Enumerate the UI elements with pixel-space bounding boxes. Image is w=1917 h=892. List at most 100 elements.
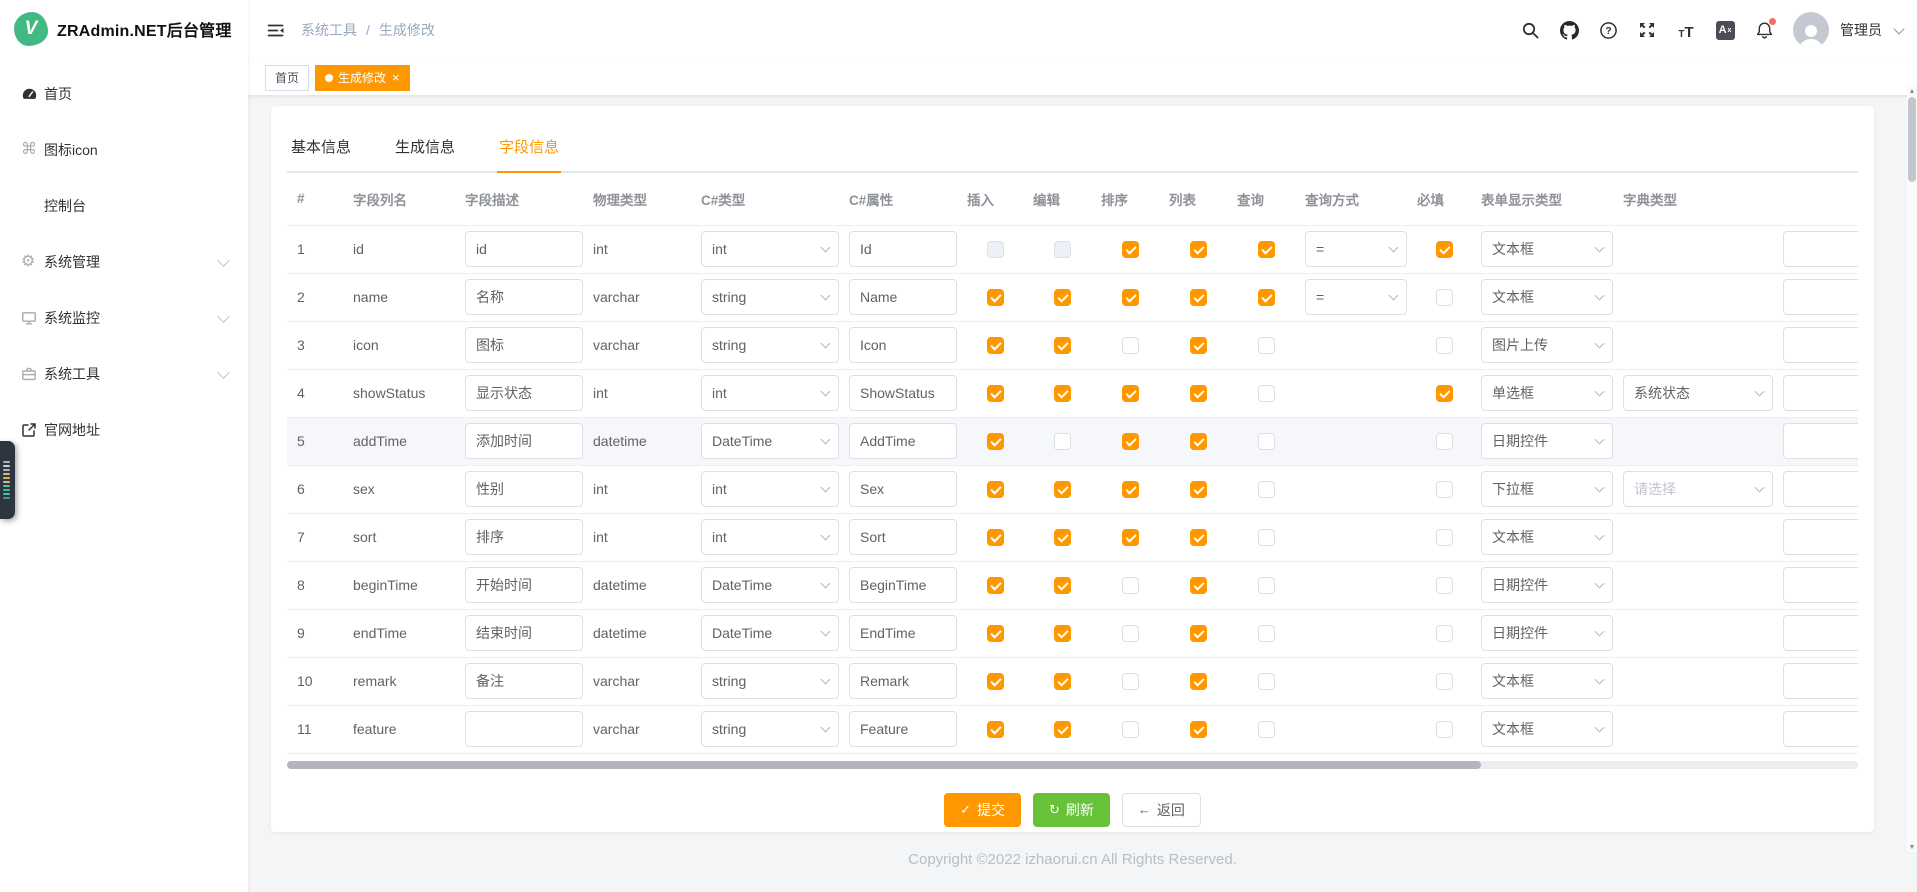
- insert-checkbox[interactable]: [987, 577, 1004, 594]
- scroll-down-icon[interactable]: ▼: [1907, 842, 1917, 852]
- query-checkbox[interactable]: [1258, 385, 1275, 402]
- query_type-select[interactable]: =: [1305, 231, 1407, 267]
- edit-checkbox[interactable]: [1054, 337, 1071, 354]
- dict_type-select[interactable]: 请选择: [1623, 471, 1773, 507]
- list-checkbox[interactable]: [1190, 529, 1207, 546]
- csharp_type-select[interactable]: string: [701, 327, 839, 363]
- sidebar-item-系统管理[interactable]: ⚙系统管理: [0, 234, 248, 290]
- sidebar-item-首页[interactable]: 首页: [0, 66, 248, 122]
- insert-checkbox[interactable]: [987, 625, 1004, 642]
- user-name[interactable]: 管理员: [1840, 20, 1882, 40]
- required-checkbox[interactable]: [1436, 337, 1453, 354]
- csharp_property-input[interactable]: [849, 663, 957, 699]
- form_type-select[interactable]: 日期控件: [1481, 615, 1613, 651]
- avatar[interactable]: [1793, 12, 1829, 48]
- form_type-select[interactable]: 下拉框: [1481, 471, 1613, 507]
- form_type-select[interactable]: 文本框: [1481, 231, 1613, 267]
- csharp_type-select[interactable]: int: [701, 375, 839, 411]
- sort-checkbox[interactable]: [1122, 433, 1139, 450]
- tab-gen-info[interactable]: 生成信息: [393, 130, 457, 171]
- form_type-select[interactable]: 文本框: [1481, 279, 1613, 315]
- required-checkbox[interactable]: [1436, 673, 1453, 690]
- list-checkbox[interactable]: [1190, 625, 1207, 642]
- sort-checkbox[interactable]: [1122, 529, 1139, 546]
- sidebar-item-系统监控[interactable]: 系统监控: [0, 290, 248, 346]
- extra-input[interactable]: [1783, 519, 1858, 555]
- list-checkbox[interactable]: [1190, 433, 1207, 450]
- description-input[interactable]: [465, 327, 583, 363]
- list-checkbox[interactable]: [1190, 289, 1207, 306]
- required-checkbox[interactable]: [1436, 721, 1453, 738]
- extra-input[interactable]: [1783, 663, 1858, 699]
- csharp_property-input[interactable]: [849, 615, 957, 651]
- sort-checkbox[interactable]: [1122, 481, 1139, 498]
- insert-checkbox[interactable]: [987, 673, 1004, 690]
- query_type-select[interactable]: =: [1305, 279, 1407, 315]
- insert-checkbox[interactable]: [987, 289, 1004, 306]
- description-input[interactable]: [465, 567, 583, 603]
- required-checkbox[interactable]: [1436, 625, 1453, 642]
- edit-checkbox[interactable]: [1054, 673, 1071, 690]
- sort-checkbox[interactable]: [1122, 673, 1139, 690]
- sort-checkbox[interactable]: [1122, 337, 1139, 354]
- extra-input[interactable]: [1783, 279, 1858, 315]
- csharp_type-select[interactable]: DateTime: [701, 567, 839, 603]
- form_type-select[interactable]: 单选框: [1481, 375, 1613, 411]
- csharp_property-input[interactable]: [849, 471, 957, 507]
- required-checkbox[interactable]: [1436, 577, 1453, 594]
- description-input[interactable]: [465, 231, 583, 267]
- insert-checkbox[interactable]: [987, 337, 1004, 354]
- description-input[interactable]: [465, 471, 583, 507]
- extra-input[interactable]: [1783, 615, 1858, 651]
- insert-checkbox[interactable]: [987, 241, 1004, 258]
- sidebar-item-官网地址[interactable]: 官网地址: [0, 402, 248, 458]
- required-checkbox[interactable]: [1436, 433, 1453, 450]
- csharp_property-input[interactable]: [849, 327, 957, 363]
- description-input[interactable]: [465, 423, 583, 459]
- extra-input[interactable]: [1783, 327, 1858, 363]
- required-checkbox[interactable]: [1436, 289, 1453, 306]
- github-icon[interactable]: [1559, 20, 1579, 40]
- edit-checkbox[interactable]: [1054, 481, 1071, 498]
- description-input[interactable]: [465, 519, 583, 555]
- vertical-scrollbar[interactable]: ▲ ▼: [1907, 86, 1917, 852]
- csharp_type-select[interactable]: string: [701, 711, 839, 747]
- back-button[interactable]: ← 返回: [1122, 793, 1201, 827]
- query-checkbox[interactable]: [1258, 577, 1275, 594]
- sidebar-item-系统工具[interactable]: 系统工具: [0, 346, 248, 402]
- required-checkbox[interactable]: [1436, 241, 1453, 258]
- dict_type-select[interactable]: 系统状态: [1623, 375, 1773, 411]
- app-logo[interactable]: V ZRAdmin.NET后台管理: [0, 0, 248, 58]
- edit-checkbox[interactable]: [1054, 721, 1071, 738]
- form_type-select[interactable]: 日期控件: [1481, 567, 1613, 603]
- form_type-select[interactable]: 图片上传: [1481, 327, 1613, 363]
- query-checkbox[interactable]: [1258, 481, 1275, 498]
- description-input[interactable]: [465, 279, 583, 315]
- required-checkbox[interactable]: [1436, 481, 1453, 498]
- vertical-scrollbar-thumb[interactable]: [1908, 97, 1916, 182]
- csharp_property-input[interactable]: [849, 423, 957, 459]
- query-checkbox[interactable]: [1258, 673, 1275, 690]
- edit-checkbox[interactable]: [1054, 433, 1071, 450]
- extra-input[interactable]: [1783, 423, 1858, 459]
- form_type-select[interactable]: 文本框: [1481, 519, 1613, 555]
- extra-input[interactable]: [1783, 231, 1858, 267]
- csharp_type-select[interactable]: DateTime: [701, 423, 839, 459]
- edit-checkbox[interactable]: [1054, 577, 1071, 594]
- insert-checkbox[interactable]: [987, 481, 1004, 498]
- refresh-button[interactable]: ↻ 刷新: [1033, 793, 1110, 827]
- required-checkbox[interactable]: [1436, 385, 1453, 402]
- csharp_type-select[interactable]: string: [701, 663, 839, 699]
- tag-home[interactable]: 首页: [265, 65, 309, 91]
- sort-checkbox[interactable]: [1122, 241, 1139, 258]
- horizontal-scrollbar-thumb[interactable]: [287, 761, 1481, 769]
- extra-input[interactable]: [1783, 567, 1858, 603]
- fullscreen-icon[interactable]: [1637, 20, 1657, 40]
- translate-icon[interactable]: Ax: [1715, 20, 1735, 40]
- sort-checkbox[interactable]: [1122, 721, 1139, 738]
- list-checkbox[interactable]: [1190, 337, 1207, 354]
- csharp_property-input[interactable]: [849, 711, 957, 747]
- theme-drawer-handle[interactable]: [0, 441, 15, 519]
- tag-active[interactable]: 生成修改 ×: [315, 65, 410, 91]
- sort-checkbox[interactable]: [1122, 289, 1139, 306]
